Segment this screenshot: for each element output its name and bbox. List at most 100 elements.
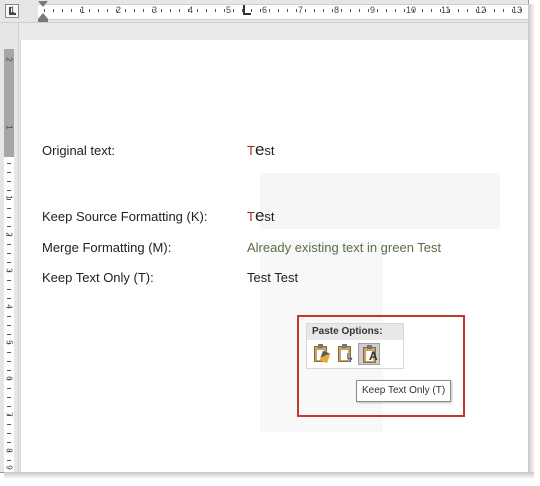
ruler-tick [125,9,126,12]
ruler-tick [7,433,11,434]
ruler-tick [161,9,162,12]
ruler-number: 6 [4,376,14,381]
paste-options-panel: Paste Options: ↳ A [306,323,404,369]
original-text-label: Original text: [42,143,115,158]
ruler-tick [179,9,180,12]
ruler-tick [332,9,333,12]
merge-formatting-value[interactable]: Already existing text in green Test [247,240,441,255]
word-window: 1 1 2 3 4 5 6 7 8 9 10 11 12 13 2 1 1 2 … [0,0,529,473]
ruler-tick [422,9,423,12]
ruler-tick [197,9,198,12]
ruler-tick [71,9,72,12]
original-text-t: T [247,143,255,158]
ruler-tick [368,9,369,12]
ruler-tick [7,226,11,227]
ruler-tick [134,9,135,12]
ruler-strip [38,4,528,20]
ruler-number: 1 [4,125,14,130]
ruler-tick [7,253,11,254]
ruler-tick [296,9,297,12]
ruler-tick [7,217,11,218]
ruler-tick [7,442,11,443]
ruler-tick [341,9,342,12]
paste-tooltip: Keep Text Only (T) [356,380,452,402]
ruler-tick [7,334,11,335]
ruler-tick [323,9,324,12]
ruler-tick [7,370,11,371]
ruler-tick [7,397,11,398]
ruler-tick [7,361,11,362]
keep-source-t: T [247,209,255,224]
keep-text-only-value[interactable]: Test Test [247,270,298,285]
merge-formatting-label: Merge Formatting (M): [42,240,172,255]
ruler-tick [215,9,216,12]
original-text-e: e [254,140,265,159]
ruler-tick [305,9,306,12]
ruler-number: 5 [4,340,14,345]
keep-source-rest: st [264,209,275,224]
vertical-ruler[interactable]: 2 1 1 2 3 4 5 6 7 8 9 [0,23,19,472]
ruler-tick [7,352,11,353]
ruler-number: 10 [406,5,417,15]
ruler-tick [431,9,432,12]
ruler-number: 5 [226,5,232,15]
ruler-number: 3 [152,5,158,15]
ruler-number: 7 [298,5,304,15]
left-indent-marker[interactable] [38,19,48,22]
ruler-tick [62,9,63,12]
ruler-number: 4 [4,304,14,309]
ruler-number: 7 [4,412,14,417]
ruler-tick [350,9,351,12]
ruler-tick [269,9,270,12]
ruler-tick [206,9,207,12]
ruler-tick [7,406,11,407]
ruler-tick [377,9,378,12]
merge-formatting-button[interactable]: ↳ [334,343,356,365]
ruler-number: 9 [4,465,14,470]
ruler-tick [89,9,90,12]
keep-text-only-label: Keep Text Only (T): [42,270,154,285]
ruler-number: 8 [334,5,340,15]
ruler-tick [404,9,405,12]
ruler-tick [143,9,144,12]
ruler-number: 1 [10,5,16,15]
ruler-number: 4 [188,5,194,15]
ruler-number: 13 [512,5,523,15]
ruler-tick [7,289,11,290]
ruler-tick [7,262,11,263]
keep-source-label: Keep Source Formatting (K): [42,209,208,224]
ruler-tick [242,9,243,12]
ruler-margin-zone [4,49,14,157]
ruler-tick [287,9,288,12]
ruler-tick [53,9,54,12]
ruler-tick [7,163,11,164]
keep-source-e: e [254,206,265,225]
ruler-tick [7,208,11,209]
ruler-tick [386,9,387,12]
ruler-tick [7,181,11,182]
ruler-number: 9 [370,5,376,15]
ruler-tick [170,9,171,12]
keep-source-value[interactable]: Test [247,206,275,226]
ruler-tick [503,9,504,12]
ruler-tick [7,280,11,281]
ruler-number: 11 [441,5,451,15]
original-text-value[interactable]: Test [247,140,275,160]
horizontal-ruler[interactable]: 1 1 2 3 4 5 6 7 8 9 10 11 12 13 [0,0,528,23]
ruler-tick [467,9,468,12]
ruler-tick [98,9,99,12]
keep-source-formatting-button[interactable] [310,343,332,365]
original-text-rest: st [264,143,275,158]
ruler-tick [7,172,11,173]
ruler-number: 6 [262,5,268,15]
ruler-tick [395,9,396,12]
ruler-tick [107,9,108,12]
ruler-tick [7,190,11,191]
ruler-tick [278,9,279,12]
ruler-number: 3 [4,268,14,273]
keep-text-only-button[interactable]: A [358,343,380,365]
left-tab-stop[interactable] [243,5,251,15]
first-line-indent-marker[interactable] [38,1,48,7]
paste-options-header: Paste Options: [307,324,403,340]
ruler-number: 12 [476,5,487,15]
